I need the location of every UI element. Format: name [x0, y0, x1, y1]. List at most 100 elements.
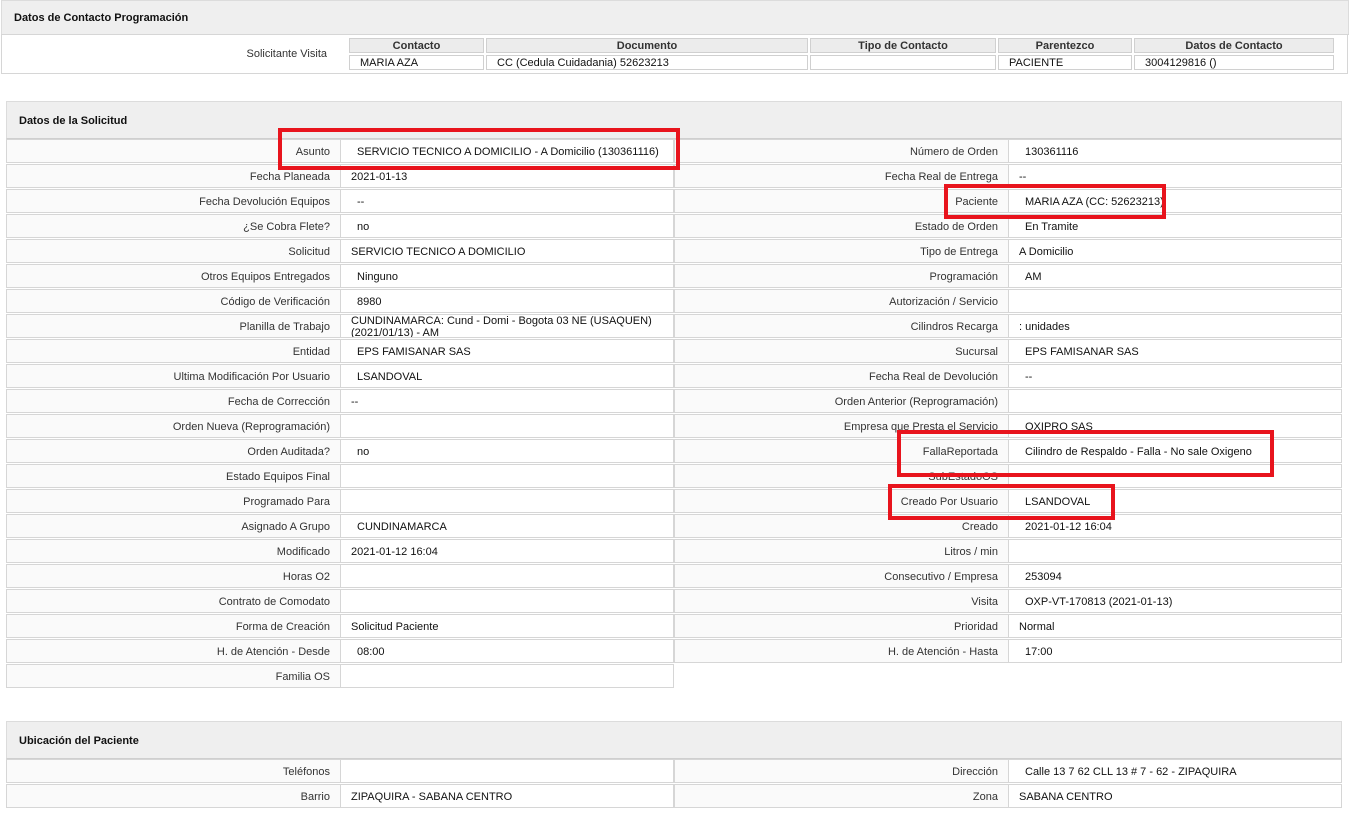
value-planilla-de-trabajo: CUNDINAMARCA: Cund - Domi - Bogota 03 NE…: [340, 314, 674, 338]
value-text: Calle 13 7 62 CLL 13 # 7 - 62 - ZIPAQUIR…: [1025, 766, 1237, 778]
contacto-header-tipo: Tipo de Contacto: [810, 38, 996, 53]
label-prioridad: Prioridad: [674, 614, 1009, 638]
value-programado-para: [340, 489, 674, 513]
value-se-cobra-flete: no: [340, 214, 674, 238]
value-orden-nueva-reprogramacion: [340, 414, 674, 438]
value-text: 2021-01-13: [351, 171, 408, 183]
label-estado-de-orden: Estado de Orden: [674, 214, 1009, 238]
value-telefonos: [340, 759, 674, 783]
label-planilla-de-trabajo: Planilla de Trabajo: [6, 314, 341, 338]
label-litros-min: Litros / min: [674, 539, 1009, 563]
value-text: CUNDINAMARCA: [357, 521, 447, 533]
label-fecha-de-correccion: Fecha de Corrección: [6, 389, 341, 413]
label-creado: Creado: [674, 514, 1009, 538]
value-subestadoos: [1008, 464, 1342, 488]
value-direccion: Calle 13 7 62 CLL 13 # 7 - 62 - ZIPAQUIR…: [1008, 759, 1342, 783]
label-modificado: Modificado: [6, 539, 341, 563]
label-solicitud: Solicitud: [6, 239, 341, 263]
solicitante-visita-label: Solicitante Visita: [246, 48, 327, 60]
label-forma-de-creacion: Forma de Creación: [6, 614, 341, 638]
value-text: no: [357, 446, 370, 458]
value-h-de-atencion-desde: 08:00: [340, 639, 674, 663]
value-forma-de-creacion: Solicitud Paciente: [340, 614, 674, 638]
value-estado-de-orden: En Tramite: [1008, 214, 1342, 238]
contacto-cell-contacto: MARIA AZA: [349, 55, 484, 70]
label-se-cobra-flete: ¿Se Cobra Flete?: [6, 214, 341, 238]
contacto-cell-datos: 3004129816 (): [1134, 55, 1334, 70]
value-tipo-de-entrega: A Domicilio: [1008, 239, 1342, 263]
value-text: Ninguno: [357, 271, 398, 283]
label-fecha-real-de-entrega: Fecha Real de Entrega: [674, 164, 1009, 188]
value-otros-equipos-entregados: Ninguno: [340, 264, 674, 288]
value-text: 130361116: [1025, 146, 1079, 158]
label-asignado-a-grupo: Asignado A Grupo: [6, 514, 341, 538]
label-contrato-de-comodato: Contrato de Comodato: [6, 589, 341, 613]
value-text: MARIA AZA (CC: 52623213): [1025, 196, 1164, 208]
value-text: LSANDOVAL: [1025, 496, 1091, 508]
value-text: no: [357, 221, 370, 233]
value-visita: OXP-VT-170813 (2021-01-13): [1008, 589, 1342, 613]
contacto-header-contacto: Contacto: [349, 38, 484, 53]
value-creado: 2021-01-12 16:04: [1008, 514, 1342, 538]
value-codigo-de-verificacion: 8980: [340, 289, 674, 313]
label-ultima-modificacion-por-usuario: Ultima Modificación Por Usuario: [6, 364, 341, 388]
value-fecha-devolucion-equipos: --: [340, 189, 674, 213]
contacto-section-header: Datos de Contacto Programación: [1, 0, 1349, 35]
contacto-header-datos: Datos de Contacto: [1134, 38, 1334, 53]
value-familia-os: [340, 664, 674, 688]
label-zona: Zona: [674, 784, 1009, 808]
label-orden-anterior-reprogramacion: Orden Anterior (Reprogramación): [674, 389, 1009, 413]
value-modificado: 2021-01-12 16:04: [340, 539, 674, 563]
label-programacion: Programación: [674, 264, 1009, 288]
label-cilindros-recarga: Cilindros Recarga: [674, 314, 1009, 338]
label-direccion: Dirección: [674, 759, 1009, 783]
value-h-de-atencion-hasta: 17:00: [1008, 639, 1342, 663]
label-sucursal: Sucursal: [674, 339, 1009, 363]
value-text: --: [1019, 171, 1027, 183]
label-entidad: Entidad: [6, 339, 341, 363]
value-entidad: EPS FAMISANAR SAS: [340, 339, 674, 363]
label-h-de-atencion-desde: H. de Atención - Desde: [6, 639, 341, 663]
value-paciente: MARIA AZA (CC: 52623213): [1008, 189, 1342, 213]
contacto-header-parentezco: Parentezco: [998, 38, 1132, 53]
value-orden-anterior-reprogramacion: [1008, 389, 1342, 413]
solicitud-section-header: Datos de la Solicitud: [6, 101, 1342, 139]
value-prioridad: Normal: [1008, 614, 1342, 638]
value-fecha-real-de-devolucion: --: [1008, 364, 1342, 388]
contacto-cell-parentezco: PACIENTE: [998, 55, 1132, 70]
value-ultima-modificacion-por-usuario: LSANDOVAL: [340, 364, 674, 388]
label-orden-nueva-reprogramacion: Orden Nueva (Reprogramación): [6, 414, 341, 438]
value-text: SABANA CENTRO: [1019, 791, 1113, 803]
label-familia-os: Familia OS: [6, 664, 341, 688]
value-fallareportada: Cilindro de Respaldo - Falla - No sale O…: [1008, 439, 1342, 463]
label-subestadoos: SubEstadoOS: [674, 464, 1009, 488]
label-otros-equipos-entregados: Otros Equipos Entregados: [6, 264, 341, 288]
contacto-section-title: Datos de Contacto Programación: [14, 12, 189, 24]
value-consecutivo-empresa: 253094: [1008, 564, 1342, 588]
contacto-cell-tipo: [810, 55, 996, 70]
value-orden-auditada: no: [340, 439, 674, 463]
label-estado-equipos-final: Estado Equipos Final: [6, 464, 341, 488]
label-codigo-de-verificacion: Código de Verificación: [6, 289, 341, 313]
value-text: OXP-VT-170813 (2021-01-13): [1025, 596, 1173, 608]
value-text: : unidades: [1019, 321, 1070, 333]
label-telefonos: Teléfonos: [6, 759, 341, 783]
value-fecha-real-de-entrega: --: [1008, 164, 1342, 188]
value-text: --: [351, 396, 359, 408]
label-orden-auditada: Orden Auditada?: [6, 439, 341, 463]
label-h-de-atencion-hasta: H. de Atención - Hasta: [674, 639, 1009, 663]
ubicacion-section-title: Ubicación del Paciente: [19, 735, 139, 747]
value-text: Solicitud Paciente: [351, 621, 439, 633]
value-asignado-a-grupo: CUNDINAMARCA: [340, 514, 674, 538]
value-fecha-de-correccion: --: [340, 389, 674, 413]
value-text: 17:00: [1025, 646, 1053, 658]
label-fecha-real-de-devolucion: Fecha Real de Devolución: [674, 364, 1009, 388]
value-autorizacion-servicio: [1008, 289, 1342, 313]
value-text: 2021-01-12 16:04: [351, 546, 438, 558]
value-text: EPS FAMISANAR SAS: [357, 346, 471, 358]
value-creado-por-usuario: LSANDOVAL: [1008, 489, 1342, 513]
value-text: 8980: [357, 296, 382, 308]
value-asunto: SERVICIO TECNICO A DOMICILIO - A Domicil…: [340, 139, 674, 163]
label-empresa-que-presta-el-servicio: Empresa que Presta el Servicio: [674, 414, 1009, 438]
value-programacion: AM: [1008, 264, 1342, 288]
